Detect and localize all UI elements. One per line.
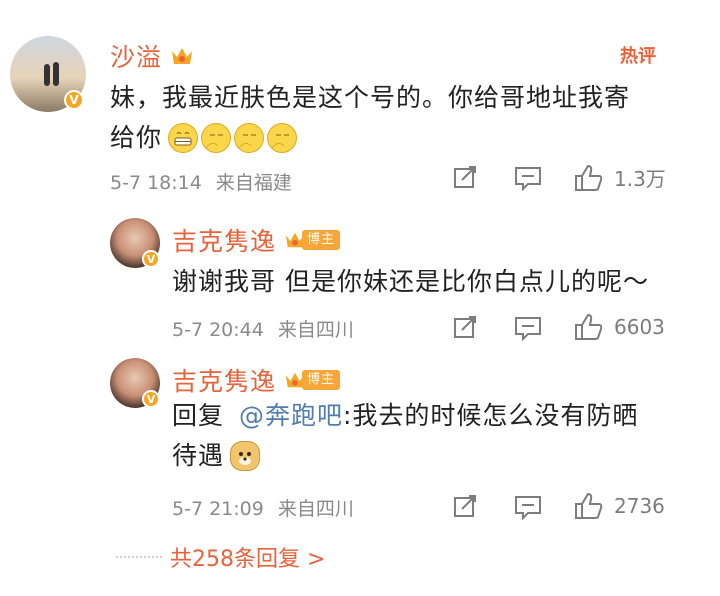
- reply-meta: 5-7 20:44 来自四川: [172, 315, 354, 342]
- comment-button[interactable]: [514, 315, 542, 345]
- reply-location: 来自四川: [277, 319, 354, 341]
- like-count: 1.3万: [614, 167, 666, 191]
- reply-avatar[interactable]: V: [110, 358, 162, 410]
- blogger-badge: 博主: [302, 230, 341, 250]
- divider: [116, 556, 162, 558]
- comment-icon: [515, 317, 541, 341]
- blogger-badge: 博主: [302, 370, 341, 390]
- thumbs-up-icon: [575, 313, 603, 340]
- share-icon: [454, 495, 476, 517]
- like-button[interactable]: 1.3万: [574, 163, 666, 192]
- hot-comment-label: 热评: [620, 46, 656, 67]
- comment-user-name[interactable]: 沙溢: [110, 38, 194, 74]
- share-button[interactable]: [452, 493, 478, 523]
- like-button[interactable]: 2736: [574, 492, 665, 520]
- avatar[interactable]: V: [10, 36, 86, 112]
- more-replies-link[interactable]: 共258条回复 >: [170, 541, 325, 573]
- comment-icon: [515, 167, 541, 191]
- reply-time: 5-7 21:09: [172, 498, 264, 520]
- reply-text: 回复 @奔跑吧:我去的时候怎么没有防晒 待遇: [172, 401, 639, 471]
- crown-icon: [170, 45, 194, 67]
- verified-icon: V: [64, 90, 84, 110]
- think-emoji: [267, 123, 298, 153]
- reply-avatar[interactable]: V: [110, 218, 162, 270]
- like-button[interactable]: 6603: [574, 313, 665, 341]
- like-count: 6603: [614, 315, 665, 339]
- think-emoji: [201, 123, 232, 153]
- mention-link[interactable]: @奔跑吧: [239, 401, 343, 430]
- reply-text: 谢谢我哥 但是你妹还是比你白点儿的呢～: [172, 267, 649, 296]
- comment-button[interactable]: [514, 165, 542, 195]
- thumbs-up-icon: [575, 164, 603, 191]
- verified-icon: V: [142, 250, 160, 268]
- doge-emoji: [230, 441, 261, 471]
- share-icon: [454, 316, 476, 338]
- comment-location: 来自福建: [215, 172, 292, 194]
- comment-button[interactable]: [514, 494, 542, 524]
- comment-text: 妹，我最近肤色是这个号的。你给哥地址我寄 给你: [110, 83, 631, 153]
- share-button[interactable]: [452, 314, 478, 344]
- comment-icon: [515, 496, 541, 520]
- reply-prefix: 回复: [172, 401, 225, 430]
- verified-icon: V: [142, 390, 160, 408]
- reply-meta: 5-7 21:09 来自四川: [172, 494, 354, 521]
- share-icon: [454, 166, 476, 188]
- reply-user-name[interactable]: 吉克隽逸 博主: [172, 222, 341, 258]
- thumbs-up-icon: [575, 492, 603, 519]
- like-count: 2736: [614, 494, 665, 518]
- grin-emoji: [168, 123, 199, 153]
- comment-meta: 5-7 18:14 来自福建: [110, 168, 292, 195]
- reply-location: 来自四川: [277, 498, 354, 520]
- reply-user-name[interactable]: 吉克隽逸 博主: [172, 362, 341, 398]
- reply-time: 5-7 20:44: [172, 319, 264, 341]
- think-emoji: [234, 123, 265, 153]
- share-button[interactable]: [452, 164, 478, 194]
- comment-time: 5-7 18:14: [110, 172, 202, 194]
